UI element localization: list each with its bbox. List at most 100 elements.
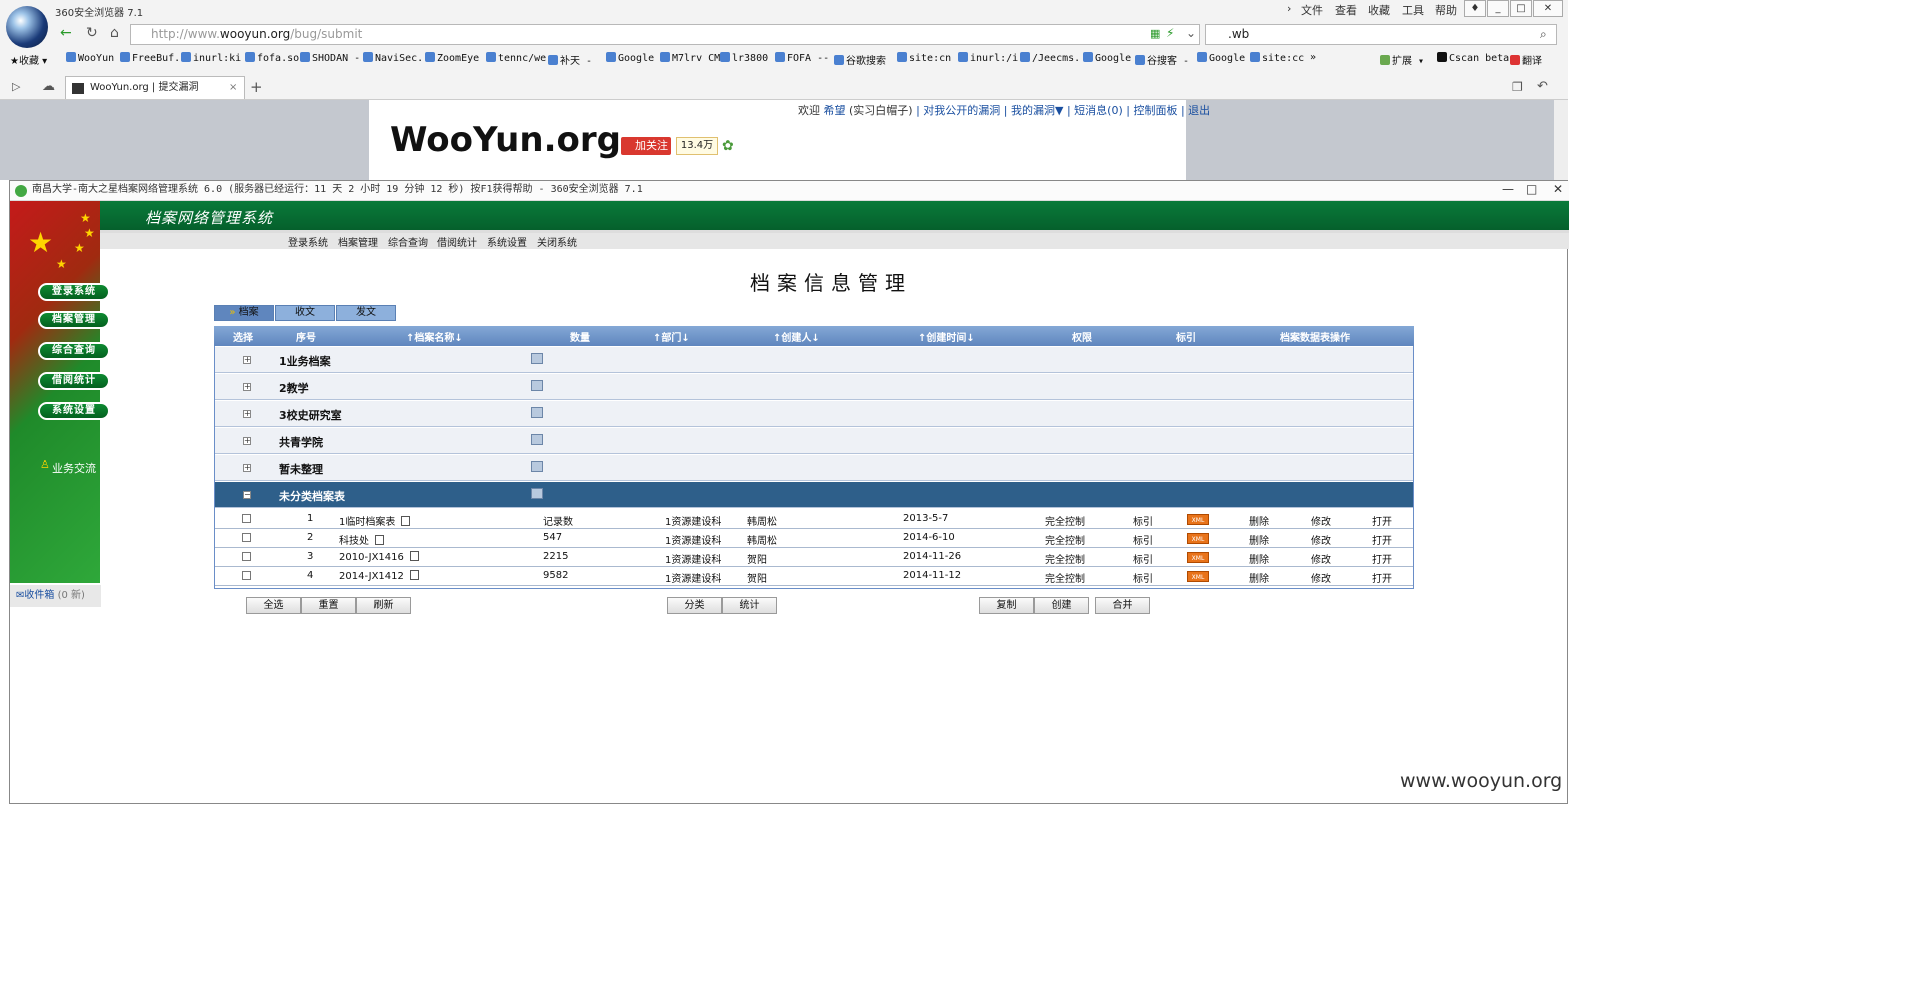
bookmark-m7lrv[interactable]: M7lrv CM bbox=[660, 52, 720, 64]
bookmark-google-2[interactable]: Google bbox=[1083, 52, 1131, 64]
reset-button[interactable]: 重置 bbox=[301, 597, 356, 614]
menu-file[interactable]: 文件 bbox=[1301, 2, 1323, 18]
expand-icon[interactable]: + bbox=[243, 437, 251, 445]
document-icon[interactable] bbox=[409, 551, 419, 561]
tab-wooyun[interactable]: WooYun.org | 提交漏洞 × bbox=[65, 76, 245, 99]
qr-icon[interactable]: ▦ bbox=[1150, 27, 1160, 40]
bookmark-site-cn[interactable]: site:cn bbox=[897, 52, 951, 64]
row-delete-link[interactable]: 删除 bbox=[1249, 532, 1269, 547]
user-link[interactable]: 希望 bbox=[824, 104, 846, 117]
bookmark-inurl-ki[interactable]: inurl:ki bbox=[181, 52, 241, 64]
bookmark-zoomeye[interactable]: ZoomEye bbox=[425, 52, 479, 64]
chat-icon[interactable] bbox=[531, 461, 543, 472]
chat-icon[interactable] bbox=[531, 380, 543, 391]
collapse-icon[interactable]: − bbox=[243, 491, 251, 499]
bookmark-site-cc[interactable]: site:cc bbox=[1250, 52, 1304, 64]
speed-icon[interactable]: ⚡ bbox=[1166, 26, 1174, 40]
sidebar-item-archive[interactable]: 档案管理 bbox=[38, 311, 110, 329]
link-control-panel[interactable]: 控制面板 bbox=[1133, 104, 1177, 117]
topnav-login[interactable]: 登录系统 bbox=[288, 234, 328, 249]
topnav-archive[interactable]: 档案管理 bbox=[338, 234, 378, 249]
search-icon[interactable]: ⌕ bbox=[1540, 27, 1547, 42]
link-logout[interactable]: 退出 bbox=[1188, 104, 1210, 117]
sidebar-item-settings[interactable]: 系统设置 bbox=[38, 402, 110, 420]
window-minimize-button[interactable]: — bbox=[1502, 182, 1514, 196]
topnav-query[interactable]: 综合查询 bbox=[388, 234, 428, 249]
col-dept[interactable]: ↑部门↓ bbox=[653, 329, 690, 344]
bookmark-shodan[interactable]: SHODAN - bbox=[300, 52, 360, 64]
address-bar[interactable]: http://www.wooyun.org/bug/submit bbox=[130, 24, 1200, 45]
row-index-link[interactable]: 标引 bbox=[1133, 513, 1153, 528]
select-all-button[interactable]: 全选 bbox=[246, 597, 301, 614]
dropdown-chevron-icon[interactable]: ⌄ bbox=[1186, 26, 1196, 40]
bookmark-fofa-so[interactable]: fofa.so bbox=[245, 52, 299, 64]
row-index-link[interactable]: 标引 bbox=[1133, 532, 1153, 547]
col-creator[interactable]: ↑创建人↓ bbox=[773, 329, 820, 344]
group-row[interactable]: + 共青学院 bbox=[215, 428, 1413, 454]
sidebar-item-borrow[interactable]: 借阅统计 bbox=[38, 372, 110, 390]
group-row-selected[interactable]: − 未分类档案表 bbox=[215, 482, 1413, 508]
topnav-borrow[interactable]: 借阅统计 bbox=[437, 234, 477, 249]
translate-button[interactable]: 翻译 bbox=[1510, 52, 1542, 67]
bookmark-google-3[interactable]: Google bbox=[1197, 52, 1245, 64]
link-my-bugs[interactable]: 我的漏洞▼ bbox=[1011, 104, 1063, 117]
bookmark-butian[interactable]: 补天 - bbox=[548, 52, 592, 67]
bookmark-jeecms[interactable]: /Jeecms. bbox=[1020, 52, 1080, 64]
xml-icon[interactable]: XML bbox=[1187, 571, 1209, 582]
minimize-button[interactable]: _ bbox=[1487, 0, 1509, 17]
menu-help[interactable]: 帮助 bbox=[1435, 2, 1457, 18]
home-icon[interactable]: ⌂ bbox=[110, 25, 119, 41]
favorites-button[interactable]: ★收藏 ▾ bbox=[10, 52, 47, 67]
group-row[interactable]: + 暂未整理 bbox=[215, 455, 1413, 481]
col-name[interactable]: ↑档案名称↓ bbox=[406, 329, 463, 344]
row-open-link[interactable]: 打开 bbox=[1372, 532, 1392, 547]
maximize-button[interactable]: □ bbox=[1510, 0, 1532, 17]
row-open-link[interactable]: 打开 bbox=[1372, 513, 1392, 528]
merge-button[interactable]: 合并 bbox=[1095, 597, 1150, 614]
create-button[interactable]: 创建 bbox=[1034, 597, 1089, 614]
topnav-settings[interactable]: 系统设置 bbox=[487, 234, 527, 249]
link-messages[interactable]: 短消息(0) bbox=[1074, 104, 1123, 117]
skin-icon[interactable]: ♦ bbox=[1464, 0, 1486, 17]
document-icon[interactable] bbox=[375, 535, 384, 545]
row-checkbox[interactable] bbox=[242, 571, 251, 580]
classify-button[interactable]: 分类 bbox=[667, 597, 722, 614]
topnav-close[interactable]: 关闭系统 bbox=[537, 234, 577, 249]
row-edit-link[interactable]: 修改 bbox=[1311, 513, 1331, 528]
bookmark-lr3800[interactable]: lr3800 bbox=[720, 52, 768, 64]
chat-icon[interactable] bbox=[531, 488, 543, 499]
copy-button[interactable]: 复制 bbox=[979, 597, 1034, 614]
inbox-link[interactable]: ✉收件箱 (0 新) bbox=[10, 585, 101, 607]
row-open-link[interactable]: 打开 bbox=[1372, 570, 1392, 585]
row-name-cell[interactable]: 2014-JX1412 bbox=[339, 570, 419, 582]
refresh-icon[interactable]: ↻ bbox=[86, 25, 98, 41]
window-close-button[interactable]: ✕ bbox=[1553, 182, 1563, 196]
document-icon[interactable] bbox=[409, 570, 419, 580]
wooyun-logo[interactable]: WooYun.org bbox=[390, 120, 621, 160]
menu-view[interactable]: 查看 bbox=[1335, 2, 1357, 18]
cscan-button[interactable]: Cscan beta bbox=[1437, 52, 1509, 64]
bookmark-inurl-i[interactable]: inurl:/i bbox=[958, 52, 1018, 64]
row-checkbox[interactable] bbox=[242, 552, 251, 561]
statistics-button[interactable]: 统计 bbox=[722, 597, 777, 614]
chat-icon[interactable] bbox=[531, 434, 543, 445]
bookmark-freebuf[interactable]: FreeBuf. bbox=[120, 52, 180, 64]
bookmark-navisec[interactable]: NaviSec. bbox=[363, 52, 423, 64]
tab-close-icon[interactable]: × bbox=[229, 77, 237, 99]
bookmark-google[interactable]: Google bbox=[606, 52, 654, 64]
chat-icon[interactable] bbox=[531, 353, 543, 364]
bookmark-gusouke[interactable]: 谷搜客 - bbox=[1135, 52, 1189, 67]
wechat-icon[interactable]: ✿ bbox=[722, 138, 734, 154]
row-edit-link[interactable]: 修改 bbox=[1311, 551, 1331, 566]
folder-tab-sent[interactable]: 发文 bbox=[336, 305, 396, 321]
bookmark-fofa[interactable]: FOFA -- bbox=[775, 52, 829, 64]
chevron-right-icon[interactable]: › bbox=[1287, 2, 1291, 15]
bookmark-tennc[interactable]: tennc/we bbox=[486, 52, 546, 64]
group-row[interactable]: +3校史研究室 bbox=[215, 401, 1413, 427]
col-created[interactable]: ↑创建时间↓ bbox=[918, 329, 975, 344]
menu-tools[interactable]: 工具 bbox=[1402, 2, 1424, 18]
expand-icon[interactable]: + bbox=[243, 383, 251, 391]
weibo-follow-button[interactable]: 加关注 bbox=[621, 137, 671, 155]
row-name-cell[interactable]: 1临时档案表 bbox=[339, 513, 411, 528]
extensions-button[interactable]: 扩展 ▾ bbox=[1380, 52, 1424, 67]
